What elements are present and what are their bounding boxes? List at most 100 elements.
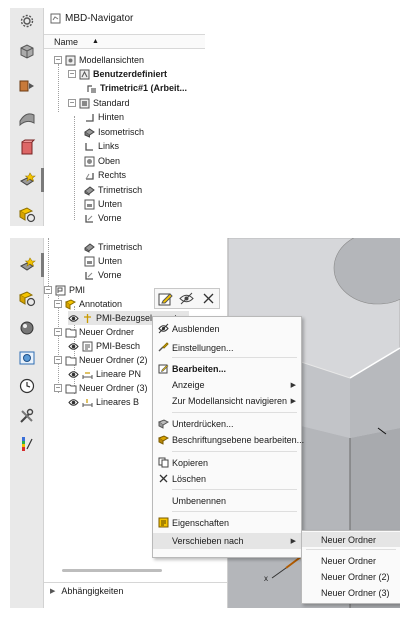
sheet-icon[interactable] — [17, 138, 37, 158]
tree-item-label: Isometrisch — [98, 127, 145, 137]
menu-item-label: Einstellungen... — [172, 342, 234, 353]
inspect-icon[interactable] — [17, 288, 37, 308]
edit-annotation-icon[interactable] — [158, 291, 174, 307]
menu-item-umbenennen[interactable]: Umbenennen — [153, 493, 301, 508]
menu-separator — [172, 412, 297, 413]
tree-item-annotation[interactable]: − Annotation — [54, 297, 122, 311]
menu-item-anzeige[interactable]: Anzeige ▶ — [153, 377, 301, 392]
menu-item-eigenschaften[interactable]: Eigenschaften — [153, 515, 301, 530]
surface-icon[interactable] — [17, 108, 37, 128]
menu-item-kopieren[interactable]: Kopieren — [153, 455, 301, 470]
menu-item-bearbeiten[interactable]: Bearbeiten... — [153, 361, 301, 376]
tree-item-unten[interactable]: Unten — [84, 254, 122, 268]
menu-separator — [172, 489, 297, 490]
collapse-toggle-icon[interactable]: − — [54, 384, 62, 392]
tree-item-hinten[interactable]: Hinten — [84, 110, 124, 124]
tree-item-benutzerdefiniert[interactable]: − Benutzerdefiniert — [68, 67, 167, 81]
back-view-icon — [84, 112, 95, 123]
collapse-toggle-icon[interactable]: − — [54, 300, 62, 308]
inspect-icon[interactable] — [17, 204, 37, 224]
close-icon[interactable] — [200, 291, 216, 307]
tree-item-lineare-pn[interactable]: Lineare PN — [68, 367, 141, 381]
appearance-icon[interactable] — [17, 318, 37, 338]
tree-item-oben[interactable]: Oben — [84, 154, 120, 168]
menu-item-loeschen[interactable]: Löschen — [153, 471, 301, 486]
collapse-toggle-icon[interactable]: − — [54, 356, 62, 364]
tree-item-pmi[interactable]: − PMI — [44, 283, 85, 297]
scene-icon[interactable] — [17, 348, 37, 368]
mbd-icon[interactable] — [17, 255, 37, 275]
submenu-item-neuer-ordner[interactable]: Neuer Ordner — [302, 532, 400, 547]
note-icon — [82, 341, 93, 352]
menu-item-unterdruecken[interactable]: Unterdrücken... — [153, 416, 301, 431]
tree-item-trimetric-1[interactable]: Trimetric#1 (Arbeit... — [86, 81, 187, 95]
color-scale-icon[interactable] — [17, 434, 37, 454]
collapse-toggle-icon[interactable]: − — [54, 56, 62, 64]
tree-item-vorne[interactable]: Vorne — [84, 268, 122, 282]
eye-slash-icon — [158, 323, 169, 334]
sort-ascending-icon: ▲ — [92, 38, 99, 45]
dependencies-section[interactable]: ▶ Abhängigkeiten — [44, 582, 227, 598]
visibility-eye-icon[interactable] — [68, 313, 79, 324]
bottom-view-icon — [84, 256, 95, 267]
mbd-icon[interactable] — [17, 170, 37, 190]
tools-icon[interactable] — [17, 406, 37, 426]
submenu-item-neuer-ordner-3[interactable]: Neuer Ordner (3) — [302, 585, 400, 600]
menu-item-zur-modellansicht-navigieren[interactable]: Zur Modellansicht navigieren ▶ — [153, 393, 301, 408]
datum-icon — [82, 313, 93, 324]
tree-item-rechts[interactable]: Rechts — [84, 168, 126, 182]
tree-item-label: Lineares B — [96, 397, 140, 407]
submenu-item-neuer-ordner-2[interactable]: Neuer Ordner (2) — [302, 569, 400, 584]
tree-item-neuer-ordner-3[interactable]: − Neuer Ordner (3) — [54, 381, 148, 395]
tree-item-standard[interactable]: − Standard — [68, 96, 130, 110]
tree-item-unten[interactable]: Unten — [84, 197, 122, 211]
assembly-flow-icon[interactable] — [17, 76, 37, 96]
right-view-icon — [84, 170, 95, 181]
collapse-toggle-icon[interactable]: − — [68, 99, 76, 107]
tree-item-label: Neuer Ordner (3) — [79, 383, 148, 393]
tree-item-modellansichten[interactable]: − Modellansichten — [54, 53, 144, 67]
tree-item-trimetrisch[interactable]: Trimetrisch — [84, 183, 142, 197]
tree-item-label: Trimetric#1 (Arbeit... — [100, 83, 188, 93]
pmi-icon — [55, 285, 66, 296]
visibility-eye-icon[interactable] — [68, 369, 79, 380]
isometric-view-icon — [84, 127, 95, 138]
tree-item-neuer-ordner-2[interactable]: − Neuer Ordner (2) — [54, 353, 148, 367]
submenu-arrow-icon: ▶ — [290, 538, 296, 545]
tree-item-vorne[interactable]: Vorne — [84, 211, 122, 225]
gear-icon[interactable] — [17, 11, 37, 31]
linear-dimension-icon — [82, 397, 93, 408]
tree-item-label: Trimetrisch — [98, 185, 143, 195]
menu-separator — [306, 549, 396, 550]
horizontal-scrollbar[interactable] — [62, 569, 162, 572]
collapse-toggle-icon[interactable]: − — [68, 70, 76, 78]
clock-icon[interactable] — [17, 376, 37, 396]
collapse-toggle-icon[interactable]: − — [54, 328, 62, 336]
tree-line — [58, 64, 59, 112]
menu-item-label: Unterdrücken... — [172, 418, 234, 429]
tree-item-trimetrisch[interactable]: Trimetrisch — [84, 240, 142, 254]
context-menu: Ausblenden Einstellungen... Bearbeiten..… — [152, 316, 304, 558]
linear-dimension-icon — [82, 369, 93, 380]
menu-item-beschriftungsebene-bearbeiten[interactable]: Beschriftungsebene bearbeiten... — [153, 432, 304, 447]
menu-separator — [172, 357, 297, 358]
top-view-icon — [84, 156, 95, 167]
tree-item-label: Standard — [93, 98, 130, 108]
tree-item-label: Unten — [98, 199, 123, 209]
tree-item-neuer-ordner[interactable]: − Neuer Ordner — [54, 325, 134, 339]
submenu-item-neuer-ordner-b[interactable]: Neuer Ordner — [302, 553, 400, 568]
tree-item-links[interactable]: Links — [84, 139, 119, 153]
menu-item-ausblenden[interactable]: Ausblenden — [153, 321, 301, 336]
visibility-eye-icon[interactable] — [68, 397, 79, 408]
visibility-eye-icon[interactable] — [68, 341, 79, 352]
name-column-header[interactable]: Name ▲ — [44, 34, 205, 49]
menu-item-einstellungen[interactable]: Einstellungen... — [153, 340, 301, 355]
part-icon[interactable] — [17, 41, 37, 61]
collapse-toggle-icon[interactable]: − — [44, 286, 52, 294]
menu-item-verschieben-nach[interactable]: Verschieben nach ▶ — [153, 533, 301, 549]
tree-item-isometrisch[interactable]: Isometrisch — [84, 125, 144, 139]
tree-item-pmi-besch[interactable]: PMI-Besch — [68, 339, 140, 353]
tree-item-lineares-b[interactable]: Lineares B — [68, 395, 139, 409]
view-icon — [86, 83, 97, 94]
hide-eye-icon[interactable] — [179, 291, 195, 307]
